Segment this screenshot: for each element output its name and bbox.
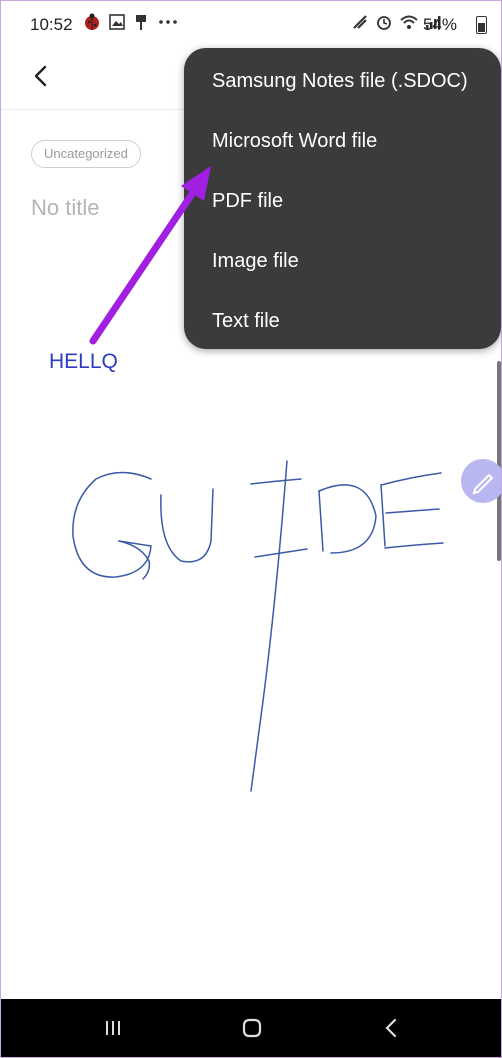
system-nav-bar — [1, 999, 501, 1057]
home-icon[interactable] — [237, 1013, 267, 1043]
menu-item-word[interactable]: Microsoft Word file — [184, 111, 501, 171]
handwriting-letter-e — [380, 472, 442, 486]
usb-icon — [136, 15, 146, 30]
menu-item-text[interactable]: Text file — [184, 291, 501, 351]
ladybug-icon — [85, 13, 99, 30]
menu-item-image[interactable]: Image file — [184, 231, 501, 291]
export-format-menu: Samsung Notes file (.SDOC) Microsoft Wor… — [184, 48, 501, 349]
menu-item-sdoc[interactable]: Samsung Notes file (.SDOC) — [184, 51, 501, 111]
image-icon — [109, 14, 125, 30]
alarm-icon — [377, 16, 391, 30]
more-dots-icon — [159, 20, 177, 24]
battery-icon — [476, 16, 487, 34]
wifi-icon — [400, 15, 418, 29]
category-chip[interactable]: Uncategorized — [31, 140, 141, 168]
handwriting-letter-u — [160, 488, 214, 563]
annotation-text: HELLQ — [49, 350, 118, 373]
handwriting-letter-g — [72, 471, 152, 578]
status-bar: 10:52 54% — [1, 1, 501, 47]
menu-item-pdf[interactable]: PDF file — [184, 171, 501, 231]
note-screen: 10:52 54% Uncategorized No title HELLQ S… — [0, 0, 502, 1058]
status-time: 10:52 — [30, 15, 73, 34]
back-icon[interactable] — [377, 1013, 407, 1043]
back-button[interactable] — [25, 59, 59, 93]
note-title-field[interactable]: No title — [31, 195, 99, 221]
battery-percent: 54% — [422, 15, 457, 34]
nfc-icon — [353, 15, 367, 29]
recent-apps-icon[interactable] — [98, 1013, 128, 1043]
pen-icon — [472, 473, 494, 495]
status-left-icons — [83, 13, 179, 31]
handwriting-letter-d — [318, 490, 324, 552]
handwriting-letter-i — [250, 460, 288, 792]
pen-mode-button[interactable] — [461, 459, 501, 503]
